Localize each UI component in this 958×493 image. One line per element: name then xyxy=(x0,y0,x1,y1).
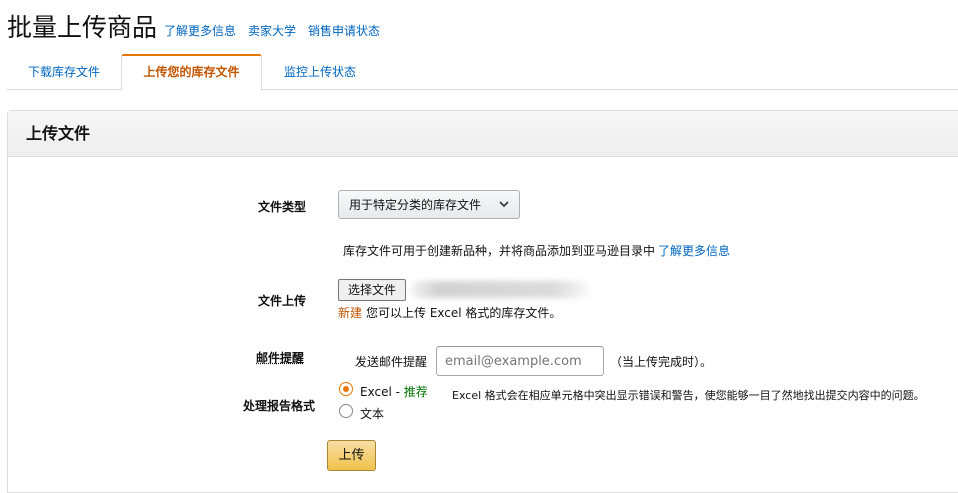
radio-text[interactable] xyxy=(339,404,353,418)
page-title: 批量上传商品 xyxy=(7,13,158,42)
upload-panel: 上传文件 xyxy=(7,110,958,493)
email-alert-label: 邮件提醒 xyxy=(256,351,305,365)
title-links: 了解更多信息 卖家大学 销售申请状态 xyxy=(164,22,380,44)
email-alert-suffix: （当上传完成时）。 xyxy=(610,355,713,369)
recommended-tag: 推荐 xyxy=(403,385,428,399)
title-row: 批量上传商品 了解更多信息 卖家大学 销售申请状态 xyxy=(7,8,380,44)
seller-university-link[interactable]: 卖家大学 xyxy=(248,22,296,39)
selling-application-status-link[interactable]: 销售申请状态 xyxy=(308,22,380,39)
file-type-learn-more-link[interactable]: 了解更多信息 xyxy=(658,244,730,258)
radio-excel[interactable] xyxy=(339,382,353,396)
email-alert-prefix: 发送邮件提醒 xyxy=(355,355,428,369)
excel-upload-note: 新建 您可以上传 Excel 格式的库存文件。 xyxy=(338,304,561,321)
choose-file-button[interactable]: 选择文件 xyxy=(338,279,406,301)
tab-upload-inventory-file[interactable]: 上传您的库存文件 xyxy=(121,54,262,91)
learn-more-link[interactable]: 了解更多信息 xyxy=(164,22,236,39)
chevron-down-icon xyxy=(499,201,509,208)
radio-text-label: 文本 xyxy=(360,407,385,421)
file-type-selected-value: 用于特定分类的库存文件 xyxy=(349,198,482,212)
email-input[interactable] xyxy=(436,346,604,376)
file-type-select[interactable]: 用于特定分类的库存文件 xyxy=(338,190,520,219)
panel-title: 上传文件 xyxy=(8,111,958,157)
new-badge: 新建 xyxy=(338,306,363,320)
tab-download-inventory-file[interactable]: 下载库存文件 xyxy=(23,54,105,90)
file-upload-label: 文件上传 xyxy=(258,294,307,308)
tab-bar: 下载库存文件 上传您的库存文件 监控上传状态 xyxy=(7,54,958,91)
upload-button[interactable]: 上传 xyxy=(327,440,376,471)
radio-excel-label: Excel - 推荐 xyxy=(360,383,428,400)
excel-option-text: Excel - xyxy=(360,385,404,399)
report-format-label: 处理报告格式 xyxy=(243,399,316,413)
selected-file-name-redacted xyxy=(410,281,590,298)
file-type-info-text: 库存文件可用于创建新品种，并将商品添加到亚马逊目录中 xyxy=(343,244,656,258)
file-type-label: 文件类型 xyxy=(258,200,307,214)
excel-format-description: Excel 格式会在相应单元格中突出显示错误和警告，使您能够一目了然地找出提交内… xyxy=(452,389,925,402)
tab-monitor-upload-status[interactable]: 监控上传状态 xyxy=(273,54,367,90)
excel-upload-note-text: 您可以上传 Excel 格式的库存文件。 xyxy=(366,306,562,320)
file-type-info: 库存文件可用于创建新品种，并将商品添加到亚马逊目录中 了解更多信息 xyxy=(343,242,730,259)
